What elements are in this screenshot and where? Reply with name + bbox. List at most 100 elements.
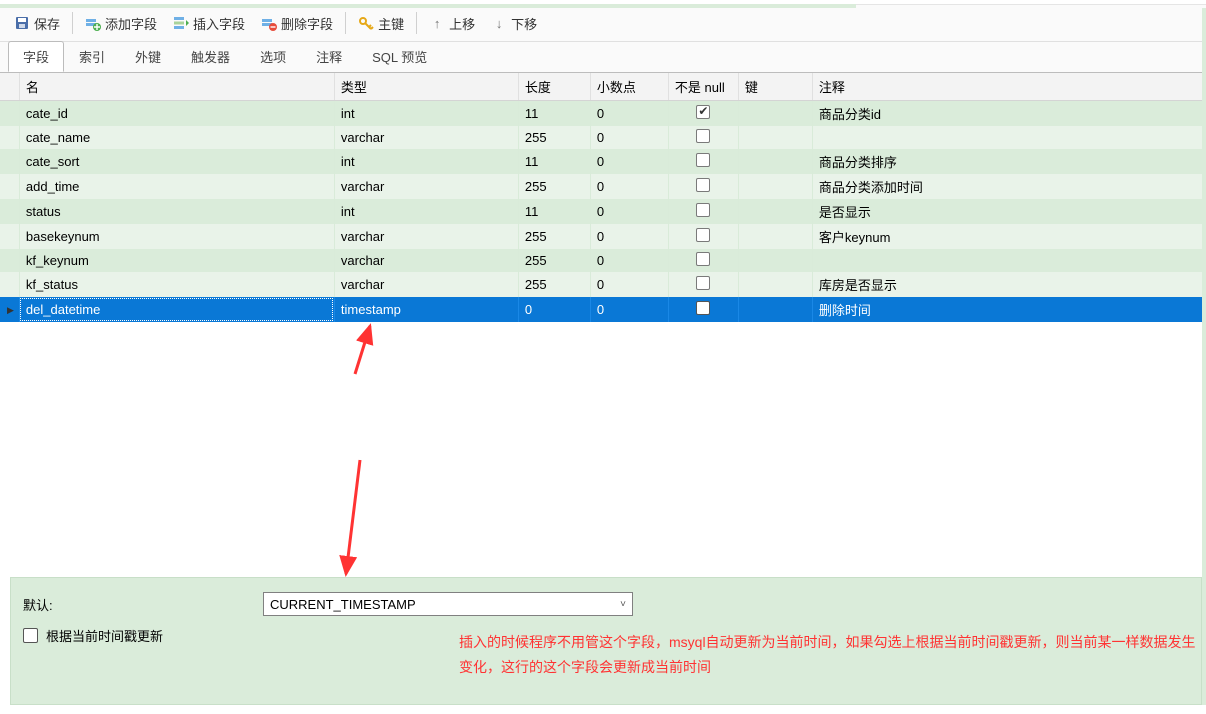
col-comment[interactable]: 注释	[812, 73, 1205, 101]
delete-field-label: 删除字段	[281, 14, 333, 33]
cell-name[interactable]: status	[19, 199, 334, 224]
notnull-checkbox[interactable]	[696, 252, 710, 266]
table-row[interactable]: kf_statusvarchar2550 库房是否显示	[0, 272, 1206, 297]
cell-length[interactable]: 255	[518, 272, 590, 297]
default-value-combo[interactable]: CURRENT_TIMESTAMP ˅	[263, 592, 633, 616]
tab-foreign-keys[interactable]: 外键	[120, 41, 176, 72]
cell-length[interactable]: 0	[518, 297, 590, 322]
add-field-button[interactable]: 添加字段	[79, 11, 163, 36]
cell-name[interactable]: basekeynum	[19, 224, 334, 249]
cell-length[interactable]: 255	[518, 224, 590, 249]
delete-field-button[interactable]: 删除字段	[255, 11, 339, 36]
tab-options[interactable]: 选项	[245, 41, 301, 72]
col-key[interactable]: 键	[738, 73, 812, 101]
cell-length[interactable]: 255	[518, 174, 590, 199]
tab-triggers[interactable]: 触发器	[176, 41, 245, 72]
tab-sql-preview[interactable]: SQL 预览	[357, 41, 442, 72]
cell-decimals[interactable]: 0	[590, 101, 668, 127]
table-row[interactable]: statusint110 是否显示	[0, 199, 1206, 224]
move-up-button[interactable]: ↑ 上移	[423, 11, 481, 36]
notnull-checkbox[interactable]	[696, 276, 710, 290]
table-row[interactable]: del_datetimetimestamp00删除时间	[0, 297, 1206, 322]
cell-type[interactable]: int	[334, 199, 518, 224]
cell-comment[interactable]: 客户keynum	[812, 224, 1205, 249]
cell-type[interactable]: varchar	[334, 249, 518, 272]
cell-name[interactable]: cate_id	[19, 101, 334, 127]
chevron-down-icon: ˅	[620, 599, 626, 610]
col-type[interactable]: 类型	[334, 73, 518, 101]
cell-comment[interactable]: 是否显示	[812, 199, 1205, 224]
cell-comment[interactable]	[812, 126, 1205, 149]
table-row[interactable]: kf_keynumvarchar2550	[0, 249, 1206, 272]
cell-key[interactable]	[738, 272, 812, 297]
cell-type[interactable]: varchar	[334, 174, 518, 199]
cell-key[interactable]	[738, 297, 812, 322]
arrow-up-icon: ↑	[429, 15, 445, 31]
notnull-checkbox[interactable]	[696, 203, 710, 217]
save-button[interactable]: 保存	[8, 11, 66, 36]
cell-decimals[interactable]: 0	[590, 249, 668, 272]
tab-comment[interactable]: 注释	[301, 41, 357, 72]
cell-key[interactable]	[738, 126, 812, 149]
cell-name[interactable]: kf_keynum	[19, 249, 334, 272]
col-notnull[interactable]: 不是 null	[668, 73, 738, 101]
cell-comment[interactable]	[812, 249, 1205, 272]
cell-comment[interactable]: 商品分类排序	[812, 149, 1205, 174]
tab-indexes[interactable]: 索引	[64, 41, 120, 72]
table-row[interactable]: cate_idint110 商品分类id	[0, 101, 1206, 127]
cell-type[interactable]: int	[334, 101, 518, 127]
cell-type[interactable]: timestamp	[334, 297, 518, 322]
notnull-checkbox[interactable]	[696, 105, 710, 119]
on-update-timestamp-checkbox[interactable]	[23, 628, 38, 643]
move-down-button[interactable]: ↓ 下移	[485, 11, 543, 36]
cell-length[interactable]: 11	[518, 199, 590, 224]
notnull-checkbox[interactable]	[696, 228, 710, 242]
table-row[interactable]: basekeynumvarchar2550 客户keynum	[0, 224, 1206, 249]
cell-length[interactable]: 11	[518, 149, 590, 174]
col-length[interactable]: 长度	[518, 73, 590, 101]
cell-decimals[interactable]: 0	[590, 199, 668, 224]
cell-key[interactable]	[738, 149, 812, 174]
cell-length[interactable]: 255	[518, 126, 590, 149]
cell-key[interactable]	[738, 101, 812, 127]
col-name[interactable]: 名	[19, 73, 334, 101]
add-field-label: 添加字段	[105, 14, 157, 33]
cell-type[interactable]: int	[334, 149, 518, 174]
cell-type[interactable]: varchar	[334, 224, 518, 249]
cell-decimals[interactable]: 0	[590, 297, 668, 322]
cell-comment[interactable]: 商品分类id	[812, 101, 1205, 127]
fields-grid[interactable]: 名 类型 长度 小数点 不是 null 键 注释 cate_idint110商品…	[0, 73, 1206, 322]
col-decimals[interactable]: 小数点	[590, 73, 668, 101]
primary-key-button[interactable]: 主键	[352, 11, 410, 36]
cell-length[interactable]: 11	[518, 101, 590, 127]
table-row[interactable]: cate_namevarchar2550	[0, 126, 1206, 149]
cell-name[interactable]: del_datetime	[19, 297, 334, 322]
tab-fields[interactable]: 字段	[8, 41, 64, 72]
cell-name[interactable]: cate_sort	[19, 149, 334, 174]
cell-decimals[interactable]: 0	[590, 272, 668, 297]
cell-type[interactable]: varchar	[334, 126, 518, 149]
insert-field-button[interactable]: 插入字段	[167, 11, 251, 36]
notnull-checkbox[interactable]	[696, 178, 710, 192]
cell-key[interactable]	[738, 249, 812, 272]
cell-name[interactable]: add_time	[19, 174, 334, 199]
cell-key[interactable]	[738, 224, 812, 249]
cell-name[interactable]: kf_status	[19, 272, 334, 297]
cell-key[interactable]	[738, 199, 812, 224]
cell-comment[interactable]: 删除时间	[812, 297, 1205, 322]
cell-decimals[interactable]: 0	[590, 174, 668, 199]
cell-comment[interactable]: 库房是否显示	[812, 272, 1205, 297]
notnull-checkbox[interactable]	[696, 153, 710, 167]
cell-decimals[interactable]: 0	[590, 149, 668, 174]
table-row[interactable]: add_timevarchar2550 商品分类添加时间	[0, 174, 1206, 199]
cell-type[interactable]: varchar	[334, 272, 518, 297]
cell-decimals[interactable]: 0	[590, 224, 668, 249]
notnull-checkbox[interactable]	[696, 129, 710, 143]
cell-length[interactable]: 255	[518, 249, 590, 272]
cell-key[interactable]	[738, 174, 812, 199]
table-row[interactable]: cate_sortint110 商品分类排序	[0, 149, 1206, 174]
cell-comment[interactable]: 商品分类添加时间	[812, 174, 1205, 199]
notnull-checkbox[interactable]	[696, 301, 710, 315]
cell-decimals[interactable]: 0	[590, 126, 668, 149]
cell-name[interactable]: cate_name	[19, 126, 334, 149]
